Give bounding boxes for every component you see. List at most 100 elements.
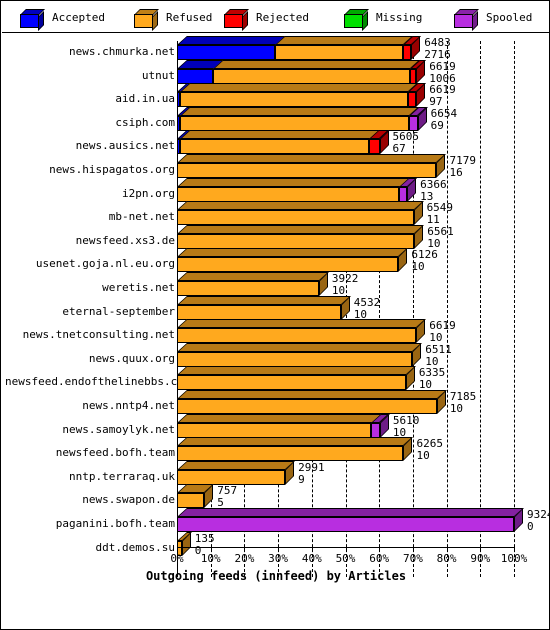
y-axis-label: aid.in.ua (115, 92, 175, 106)
cube-icon (20, 9, 45, 31)
bar-value-total: 6619 (429, 59, 456, 73)
legend-label: Missing (376, 11, 423, 24)
bar-value-total: 6619 (429, 319, 456, 333)
bar-segment-refused (177, 257, 399, 273)
bar-row: 6335 10 (177, 366, 549, 392)
bar-value-secondary: 10 (418, 378, 433, 392)
bar-segment-refused (177, 399, 437, 414)
bar-segment-spooled (398, 186, 408, 202)
bar-top-face (177, 390, 447, 399)
x-axis-tick (210, 545, 212, 551)
bar-value-total: 6511 (425, 342, 452, 356)
bar-value-total: 6483 (424, 36, 451, 49)
bar-segment-refused (179, 115, 410, 131)
chart-legend: Accepted Refused Rejected Missing Spooled (2, 2, 549, 33)
bar-segment-refused (177, 210, 414, 226)
bar-value-total: 6561 (427, 224, 454, 238)
cube-icon (134, 9, 159, 31)
y-axis-label: newsfeed.endofthelinebbs.com (5, 375, 191, 389)
bar-value-secondary: 10 (429, 331, 443, 345)
bar-segment-refused (177, 281, 319, 296)
y-axis-label: csiph.com (115, 115, 175, 129)
x-axis-tick (514, 545, 515, 551)
bar-segment-spooled (409, 115, 418, 131)
bar-top-face-segment (213, 59, 421, 69)
bar-top-face (177, 508, 524, 517)
legend-label: Rejected (256, 11, 309, 24)
bar-value-total: 6619 (429, 83, 456, 97)
bar-row: 4532 10 (177, 295, 549, 321)
y-axis-label: mb-net.net (108, 210, 175, 224)
y-axis-label: eternal-september (62, 304, 175, 318)
y-axis-label: news.quux.org (88, 351, 175, 365)
bar-value-total: 5605 (392, 130, 420, 144)
bar-top-face (177, 460, 296, 470)
bar-row: 6549 11 (177, 201, 549, 227)
y-axis-label: news.ausics.net (75, 139, 175, 153)
x-axis: Outgoing feeds (innfeed) by Articles 0% 1… (1, 545, 549, 599)
y-axis-label: newsfeed.bofh.team (55, 446, 175, 460)
y-axis-label: news.swapon.de (82, 493, 175, 507)
y-axis-label: news.samoylyk.net (62, 422, 175, 436)
bar-segment-refused (177, 422, 372, 438)
bar-top-face (177, 154, 447, 163)
bar-top-face-segment (180, 83, 419, 93)
bar-value-secondary: 5 (217, 496, 224, 510)
y-axis-label: utnut (141, 68, 175, 82)
bar-value-secondary: 9 (298, 472, 305, 486)
y-axis-label: paganini.bofh.team (55, 517, 175, 530)
bar-value-total: 5610 (392, 413, 420, 427)
y-axis-label: weretis.net (102, 281, 175, 294)
bar-row: 6511 10 (177, 342, 549, 368)
x-axis-tick (446, 545, 448, 551)
bar-value-total: 6366 (420, 177, 447, 191)
bar-row: 6654 69 (177, 106, 549, 132)
bar-value-secondary: 10 (392, 425, 407, 439)
bar-value-secondary: 1006 (429, 71, 456, 85)
bar-row: 757 5 (177, 484, 549, 510)
x-axis-tick (311, 545, 313, 551)
bar-value-total: 6265 (416, 437, 443, 451)
bar-row: 5605 67 (177, 130, 549, 156)
bar-segment-refused (177, 375, 406, 391)
bar-value-secondary: 2716 (424, 48, 451, 61)
bar-value-total: 6335 (418, 366, 446, 380)
y-axis-label: news.chmurka.net (69, 45, 175, 58)
x-axis-tick (379, 545, 381, 551)
x-axis-tick (177, 545, 178, 551)
bar-segment-rejected (403, 45, 412, 60)
bar-value-total: 2991 (298, 460, 325, 474)
bar-top-face (177, 366, 416, 376)
bar-segment-refused (213, 68, 411, 84)
bar-row: 6619 97 (177, 83, 549, 108)
bar-segment-refused (180, 92, 409, 108)
x-axis-tick-label: 100% (500, 552, 528, 565)
legend-label: Accepted (52, 11, 105, 24)
bar-value-total: 7185 (449, 390, 477, 403)
bar-top-face-segment (179, 106, 420, 116)
bar-segment-refused (177, 446, 404, 462)
bar-segment-refused (177, 233, 415, 249)
x-axis-tick (412, 545, 414, 551)
bar-value-total: 757 (217, 484, 238, 498)
bar-value-secondary: 11 (426, 213, 440, 227)
x-axis-tick (345, 545, 347, 551)
bar-segment-spooled (371, 422, 380, 438)
y-axis-label: nntp.terraraq.uk (69, 469, 175, 483)
bar-segment-refused (177, 328, 417, 344)
bar-segment-refused (177, 493, 205, 509)
bar-value-secondary: 67 (392, 142, 406, 156)
bar-top-face (177, 413, 390, 423)
bar-segment-refused (177, 163, 437, 178)
chart-title: Outgoing feeds (innfeed) by Articles (145, 569, 407, 583)
cube-icon (224, 9, 249, 31)
bar-row: 6619 1006 (177, 59, 549, 85)
cube-icon (344, 9, 369, 31)
bar-top-face (177, 437, 414, 447)
x-axis-tick (244, 545, 246, 551)
bar-value-secondary: 16 (449, 166, 463, 179)
bar-segment-refused (275, 45, 404, 60)
bar-value-secondary: 10 (416, 449, 430, 463)
bar-row: 6561 10 (177, 224, 549, 250)
legend-label: Refused (166, 11, 213, 24)
